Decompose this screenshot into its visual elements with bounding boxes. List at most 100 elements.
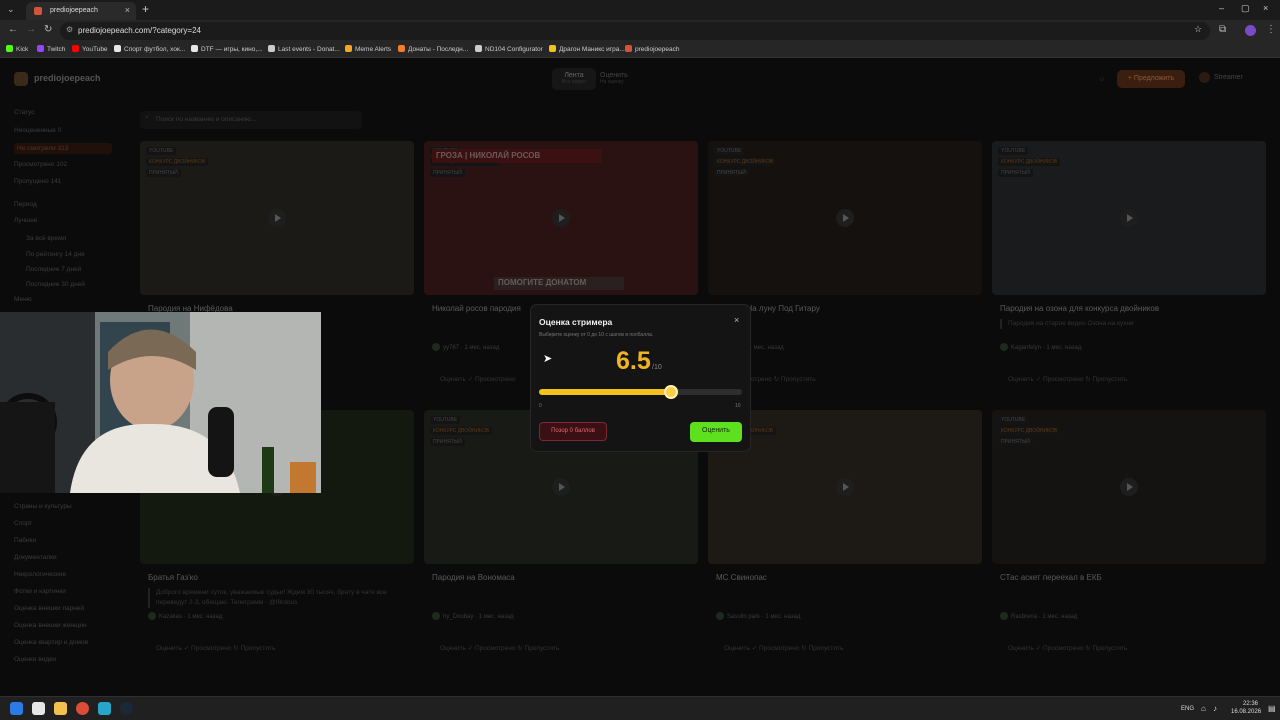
sidebar-item[interactable]: Оценки видео: [14, 656, 56, 663]
bookmark-nd104[interactable]: ND104 Configurator: [475, 45, 543, 53]
suggest-button[interactable]: + Предложить: [1117, 70, 1185, 88]
close-icon[interactable]: ×: [734, 315, 739, 325]
shame-zero-button[interactable]: Позор 0 баллов: [539, 422, 607, 441]
card-actions[interactable]: Оценить ✓ Просмотрено ↻ Пропустить: [440, 644, 559, 652]
video-title[interactable]: СТас аскет переехал в ЕКБ: [1000, 573, 1102, 582]
chrome-icon[interactable]: [76, 702, 89, 715]
video-card[interactable]: YOUTUBE КОНКУРС ДВОЙНИКОВ ПРИНЯТЫЙ СТас ас…: [992, 410, 1266, 676]
sidebar-item[interactable]: Некрологические: [14, 571, 66, 578]
sidebar-item[interactable]: Статус: [14, 109, 35, 116]
play-icon[interactable]: [1120, 478, 1138, 496]
back-icon[interactable]: ←: [8, 24, 18, 35]
video-card[interactable]: YOUTUBEКОНКУРС ДВОЙНИКОВПРИНЯТЫЙ МС Свин…: [708, 410, 982, 676]
bookmark-twitch[interactable]: Twitch: [37, 45, 65, 53]
video-title[interactable]: Пародия на Вономаса: [432, 573, 515, 582]
browser-menu-icon[interactable]: ⋮: [1266, 24, 1276, 35]
bookmark-donations[interactable]: Донаты - Последн...: [398, 45, 468, 53]
browser-tab[interactable]: prediojoepeach ×: [26, 2, 136, 20]
card-actions[interactable]: Оценить ✓ Просмотрено ↻ Пропустить: [156, 644, 275, 652]
network-icon[interactable]: ⌂: [1201, 704, 1206, 713]
windows-start-icon[interactable]: [10, 702, 23, 715]
video-title[interactable]: Братья Газ'ко: [148, 573, 198, 582]
search-input[interactable]: Поиск по названию и описанию...: [140, 111, 362, 129]
yandex-icon[interactable]: [32, 702, 45, 715]
forward-icon[interactable]: →: [26, 24, 36, 35]
video-title[interactable]: Николай росов пародия: [432, 304, 521, 313]
tab-search-icon[interactable]: ⌄: [7, 4, 15, 15]
sidebar-item[interactable]: Пабики: [14, 537, 36, 544]
clock-date[interactable]: 16.08.2026: [1231, 709, 1261, 715]
sidebar-item[interactable]: Последние 30 дней: [26, 281, 85, 288]
bookmark-last-events[interactable]: Last events - Donat...: [268, 45, 340, 53]
notifications-icon[interactable]: ▤: [1268, 704, 1276, 713]
tab-close-icon[interactable]: ×: [125, 5, 130, 15]
maximize-button[interactable]: ▢: [1241, 3, 1250, 14]
sidebar-item[interactable]: Просмотрено 102: [14, 161, 67, 168]
sidebar-item[interactable]: Не смотрели 313: [14, 143, 112, 154]
theme-icon[interactable]: ☼: [1098, 74, 1105, 83]
steam-icon[interactable]: [120, 702, 133, 715]
address-bar[interactable]: ⚙ prediojoepeach.com/?category=24 ☆: [60, 22, 1210, 40]
bookmark-dragon[interactable]: Драгон Маникс игра...: [549, 45, 625, 53]
bookmark-prediojoepeach[interactable]: prediojoepeach: [625, 45, 679, 53]
user-avatar[interactable]: [1199, 72, 1210, 83]
bookmark-meme-alerts[interactable]: Meme Alerts: [345, 45, 391, 53]
sidebar-item[interactable]: Последние 7 дней: [26, 266, 81, 273]
sidebar-item[interactable]: Оценка квартир и домов: [14, 639, 88, 646]
sidebar-item[interactable]: Фотки и картинки: [14, 588, 66, 595]
sidebar-item[interactable]: За всё время: [26, 235, 66, 242]
card-actions[interactable]: Оценить ✓ Просмотрено ↻ Пропустить: [724, 644, 843, 652]
video-title[interactable]: МС Свинопас: [716, 573, 767, 582]
tab-feed[interactable]: Лента Все видео: [552, 68, 596, 90]
score-slider[interactable]: [539, 385, 742, 399]
sidebar-item[interactable]: Лучшее: [14, 217, 37, 224]
sidebar-item[interactable]: Период: [14, 201, 37, 208]
score-slider-handle[interactable]: [663, 385, 678, 399]
tab-rate[interactable]: Оценить На оценку: [600, 72, 628, 85]
clock-time[interactable]: 22:36: [1243, 701, 1258, 707]
video-thumbnail[interactable]: YOUTUBE КОНКУРС ДВОЙНИКОВ ПРИНЯТЫЙ: [992, 410, 1266, 564]
bookmark-star-icon[interactable]: ☆: [1194, 24, 1202, 35]
sidebar-item[interactable]: Документалки: [14, 554, 57, 561]
video-thumbnail[interactable]: YOUTUBE КОНКУРС ДВОЙНИКОВ ПРИНЯТЫЙ: [140, 141, 414, 295]
minimize-button[interactable]: –: [1219, 3, 1224, 13]
sidebar-item[interactable]: Меню: [14, 296, 32, 303]
sidebar-item[interactable]: Оценка внешки женщин: [14, 622, 87, 629]
sidebar-item[interactable]: По рейтингу 14 дня: [26, 251, 85, 258]
play-icon[interactable]: [552, 478, 570, 496]
sidebar-item[interactable]: Страны и культуры: [14, 503, 72, 510]
language-indicator[interactable]: ENG: [1181, 706, 1194, 712]
play-icon[interactable]: [836, 478, 854, 496]
profile-avatar[interactable]: [1245, 25, 1256, 36]
card-actions[interactable]: Оценить ✓ Просмотрено ↻ Пропустить: [1008, 644, 1127, 652]
video-title[interactable]: Пародия на озона для конкурса двойников: [1000, 304, 1159, 313]
file-explorer-icon[interactable]: [54, 702, 67, 715]
play-icon[interactable]: [1120, 209, 1138, 227]
rate-button[interactable]: Оценить: [690, 422, 742, 442]
site-logo[interactable]: prediojoepeach: [34, 73, 101, 83]
close-window-button[interactable]: ×: [1263, 3, 1268, 13]
sidebar-item[interactable]: Оценка внешки парней: [14, 605, 84, 612]
video-thumbnail[interactable]: YOUTUBE КОНКУРС ДВОЙНИКОВ ПРИНЯТЫЙ: [992, 141, 1266, 295]
extensions-icon[interactable]: ⧉: [1219, 24, 1226, 35]
play-icon[interactable]: [552, 209, 570, 227]
play-icon[interactable]: [268, 209, 286, 227]
sidebar-item[interactable]: Спорт: [14, 520, 32, 527]
video-thumbnail[interactable]: YOUTUBEГРОЗА | НИКОЛАЙ РОСОВПРИНЯТЫЙГРОЗ…: [424, 141, 698, 295]
bookmark-youtube[interactable]: YouTube: [72, 45, 108, 53]
bookmark-dtf[interactable]: DTF — игры, кино,...: [191, 45, 263, 53]
volume-icon[interactable]: ♪: [1213, 704, 1217, 713]
user-name[interactable]: Streamer: [1214, 74, 1243, 81]
card-actions[interactable]: Оценить ✓ Просмотрено ↻ Пропустить: [1008, 375, 1127, 383]
sidebar-item[interactable]: Пропущено 141: [14, 178, 61, 185]
video-card[interactable]: YOUTUBE КОНКУРС ДВОЙНИКОВ ПРИНЯТЫЙ Пародия…: [992, 141, 1266, 407]
play-icon[interactable]: [836, 209, 854, 227]
sidebar-item[interactable]: Неоцененные 0: [14, 127, 61, 134]
site-info-icon[interactable]: ⚙: [66, 25, 73, 34]
app-icon[interactable]: [98, 702, 111, 715]
video-thumbnail[interactable]: YOUTUBE КОНКУРС ДВОЙНИКОВ ПРИНЯТЫЙ: [708, 141, 982, 295]
new-tab-button[interactable]: +: [142, 2, 149, 16]
card-actions[interactable]: Оценить ✓ Просмотрено: [440, 375, 515, 383]
bookmark-sport[interactable]: Спорт футбол, хок...: [114, 45, 185, 53]
reload-icon[interactable]: ↻: [44, 24, 52, 35]
